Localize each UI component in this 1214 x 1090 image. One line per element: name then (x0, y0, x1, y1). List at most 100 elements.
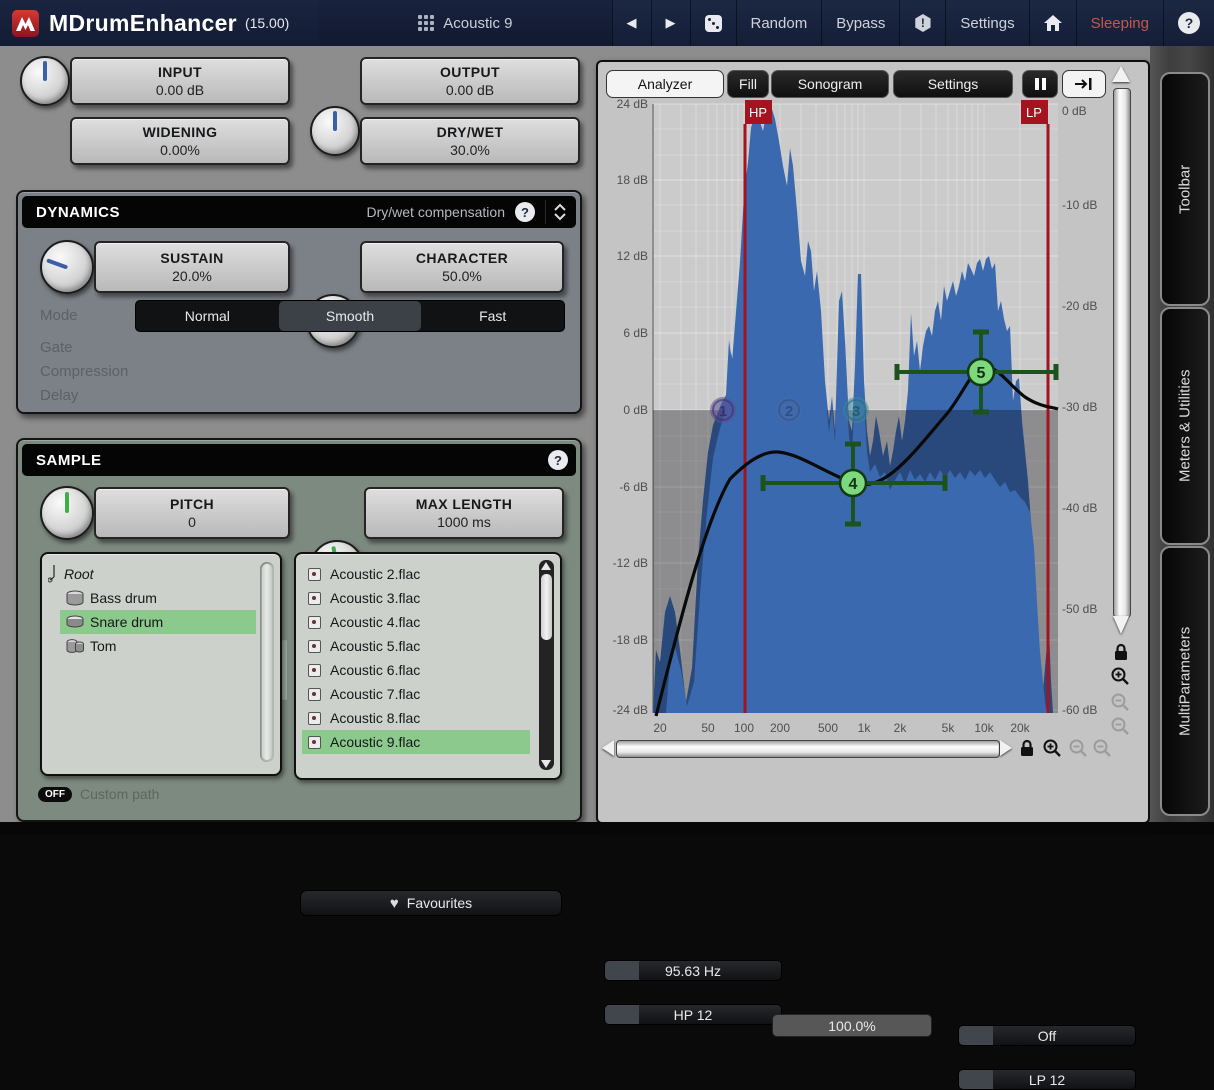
zoom-out-icon[interactable] (1092, 738, 1112, 758)
file-item[interactable]: Acoustic 2.flac (302, 562, 560, 586)
file-icon (308, 664, 321, 677)
preset-selector[interactable]: Acoustic 9 (319, 0, 611, 46)
previous-preset-button[interactable]: ◀ (613, 0, 651, 46)
scale-up-arrow[interactable] (1112, 66, 1130, 82)
zoom-in-icon[interactable] (1042, 738, 1062, 758)
custom-path-toggle[interactable]: OFF (38, 787, 72, 802)
input-value[interactable]: INPUT 0.00 dB (70, 57, 290, 105)
zoom-out-icon[interactable] (1110, 692, 1130, 712)
help-icon: ? (1178, 12, 1200, 34)
file-item[interactable]: Acoustic 4.flac (302, 610, 560, 634)
freq-label: 200 (760, 721, 800, 735)
svg-text:2: 2 (785, 403, 793, 420)
lock-icon[interactable] (1018, 739, 1036, 757)
eq-point-1[interactable]: 1 (710, 397, 736, 423)
mode-fast-button[interactable]: Fast (421, 301, 564, 331)
randomize-button[interactable] (691, 0, 736, 46)
tree-item-tom[interactable]: Tom (60, 634, 256, 658)
freq-label: 500 (808, 721, 848, 735)
mode-smooth-button[interactable]: Smooth (279, 301, 422, 331)
next-icon: ▶ (666, 15, 676, 31)
settings-button[interactable]: Settings (946, 0, 1028, 46)
scroll-down-icon[interactable] (541, 760, 551, 768)
input-knob[interactable] (20, 56, 70, 106)
output-value[interactable]: OUTPUT 0.00 dB (360, 57, 580, 105)
scroll-up-icon[interactable] (541, 562, 551, 570)
vertical-range-slider[interactable] (1113, 88, 1131, 618)
pitch-knob[interactable] (40, 486, 94, 540)
bypass-button[interactable]: Bypass (822, 0, 899, 46)
lock-icon[interactable] (1112, 643, 1130, 661)
file-scrollbar[interactable] (539, 560, 554, 770)
scale-down-arrow[interactable] (1113, 616, 1129, 634)
file-item[interactable]: Acoustic 7.flac (302, 682, 560, 706)
tree-root[interactable]: Root (42, 562, 280, 586)
horizontal-range-slider[interactable] (616, 740, 1000, 758)
dynamics-help-icon[interactable]: ? (515, 202, 535, 222)
left-scale-label: 12 dB (602, 249, 648, 263)
max-length-value[interactable]: MAX LENGTH 1000 ms (364, 487, 564, 539)
tree-item-snare-drum[interactable]: Snare drum (60, 610, 256, 634)
tree-item-bass-drum[interactable]: Bass drum (60, 586, 256, 610)
collapse-icon[interactable] (554, 203, 566, 221)
file-scroll-thumb[interactable] (541, 574, 552, 640)
pitch-value[interactable]: PITCH 0 (94, 487, 290, 539)
widening-value[interactable]: WIDENING 0.00% (70, 117, 290, 165)
help-button[interactable]: ? (1164, 0, 1214, 46)
next-preset-button[interactable]: ▶ (652, 0, 690, 46)
right-scale-label: 0 dB (1062, 104, 1087, 118)
freq-label: 20 (640, 721, 680, 735)
sidetab-toolbar[interactable]: Toolbar (1160, 72, 1210, 306)
hp-frequency-field[interactable]: 95.63 Hz (604, 960, 782, 981)
home-button[interactable] (1030, 0, 1076, 46)
drywet-compensation-option[interactable]: Dry/wet compensation (366, 204, 505, 220)
splitter-handle[interactable] (282, 640, 287, 700)
zoom-in-icon[interactable] (1110, 666, 1130, 686)
custom-path-row: OFF Custom path (38, 786, 159, 802)
freq-label: 20k (1000, 721, 1040, 735)
output-knob[interactable] (310, 106, 360, 156)
sleeping-indicator[interactable]: Sleeping (1077, 0, 1163, 46)
mix-field[interactable]: 100.0% (772, 1014, 932, 1037)
sustain-knob[interactable] (40, 240, 94, 294)
sidetab-multiparameters[interactable]: MultiParameters (1160, 546, 1210, 816)
sample-file-list: Acoustic 2.flac Acoustic 3.flac Acoustic… (294, 552, 562, 780)
file-item[interactable]: Acoustic 3.flac (302, 586, 560, 610)
drywet-value[interactable]: DRY/WET 30.0% (360, 117, 580, 165)
lp-frequency-field[interactable]: Off (958, 1025, 1136, 1046)
sidetab-meters-utilities[interactable]: Meters & Utilities (1160, 307, 1210, 545)
eq-point-3[interactable]: 3 (843, 397, 869, 423)
app-version: (15.00) (245, 15, 289, 31)
limiter-alert-button[interactable]: ! (900, 0, 945, 46)
dynamics-panel: DYNAMICS Dry/wet compensation ? SUSTAIN … (16, 190, 582, 414)
left-scale-label: 6 dB (602, 326, 648, 340)
file-item[interactable]: Acoustic 6.flac (302, 658, 560, 682)
svg-text:4: 4 (849, 476, 858, 493)
mode-normal-button[interactable]: Normal (136, 301, 279, 331)
hp-slope-field[interactable]: HP 12 (604, 1004, 782, 1025)
file-item-selected[interactable]: Acoustic 9.flac (302, 730, 530, 754)
eq-point-2[interactable]: 2 (776, 397, 802, 423)
sample-help-icon[interactable]: ? (548, 450, 568, 470)
file-item[interactable]: Acoustic 8.flac (302, 706, 560, 730)
freq-label: 1k (844, 721, 884, 735)
file-item[interactable]: Acoustic 5.flac (302, 634, 560, 658)
melda-logo-icon[interactable] (12, 10, 39, 37)
random-button[interactable]: Random (737, 0, 822, 46)
compression-label: Compression (40, 363, 128, 380)
svg-text:5: 5 (977, 365, 986, 382)
dynamics-title: DYNAMICS (36, 204, 120, 221)
zoom-out-icon[interactable] (1068, 738, 1088, 758)
delay-label: Delay (40, 387, 78, 404)
scroll-right-arrow[interactable] (1000, 740, 1012, 756)
zoom-out-icon[interactable] (1110, 716, 1130, 736)
favourites-button[interactable]: ♥ Favourites (300, 890, 562, 916)
file-icon (308, 736, 321, 749)
right-scale-label: -60 dB (1062, 703, 1097, 717)
bass-drum-icon (66, 590, 84, 606)
scroll-left-arrow[interactable] (602, 740, 614, 756)
sustain-value[interactable]: SUSTAIN 20.0% (94, 241, 290, 293)
lp-slope-field[interactable]: LP 12 (958, 1069, 1136, 1090)
character-value[interactable]: CHARACTER 50.0% (360, 241, 564, 293)
tree-scrollbar[interactable] (260, 562, 274, 762)
